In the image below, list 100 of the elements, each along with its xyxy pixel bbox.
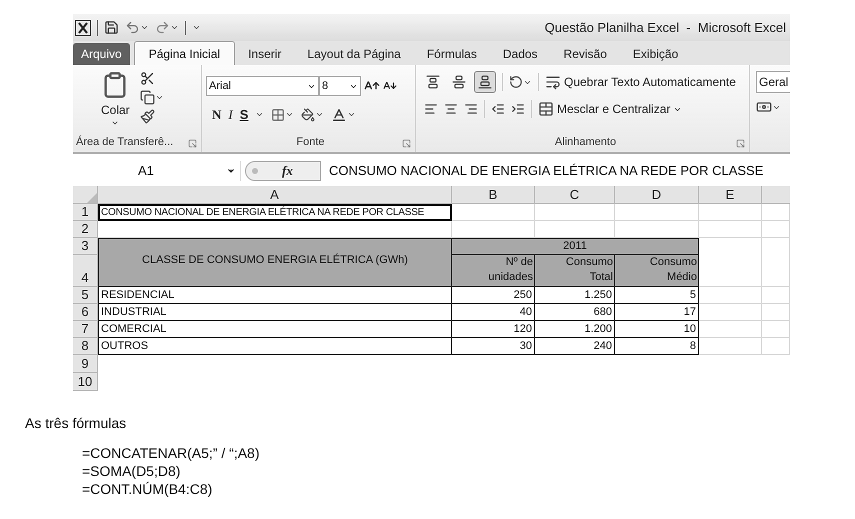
- row-header[interactable]: 8: [73, 338, 98, 355]
- empty-cell[interactable]: [762, 338, 790, 355]
- empty-cell[interactable]: [699, 287, 762, 304]
- merge-center-button[interactable]: Mesclar e Centralizar: [538, 100, 682, 118]
- header-cell: 2011: [452, 238, 699, 255]
- ribbon-tab[interactable]: Arquivo: [73, 43, 130, 65]
- name-box[interactable]: A1: [73, 161, 241, 181]
- align-left-icon[interactable]: [424, 102, 438, 116]
- wrap-text-button[interactable]: Quebrar Texto Automaticamente: [545, 73, 736, 91]
- heading-text: As três fórmulas: [25, 414, 128, 433]
- vertical-align-icon: [478, 75, 492, 89]
- column-header[interactable]: D: [615, 186, 699, 203]
- row-header[interactable]: 5: [73, 287, 98, 304]
- cut-icon[interactable]: [140, 71, 155, 86]
- table-cell: 40: [452, 304, 535, 321]
- header-cell: Consumo Médio: [615, 255, 699, 287]
- vertical-align-button[interactable]: [474, 71, 496, 93]
- empty-cell[interactable]: [762, 304, 790, 321]
- indent-increase-icon[interactable]: [511, 102, 525, 116]
- save-icon[interactable]: [104, 20, 119, 35]
- table-cell: 240: [535, 338, 615, 355]
- merge-cells-icon: [538, 101, 554, 117]
- empty-cell[interactable]: [762, 287, 790, 304]
- table-cell: 680: [535, 304, 615, 321]
- table-cell: 1.250: [535, 287, 615, 304]
- empty-cell[interactable]: [699, 304, 762, 321]
- table-cell: 120: [452, 321, 535, 338]
- table-cell: 30: [452, 338, 535, 355]
- row-header[interactable]: 3: [73, 238, 98, 255]
- header-cell: Consumo Total: [535, 255, 615, 287]
- empty-cell[interactable]: [535, 204, 615, 221]
- empty-cell[interactable]: [699, 221, 762, 238]
- font-color-icon[interactable]: [331, 106, 348, 123]
- dialog-launcher-icon[interactable]: [736, 139, 745, 148]
- paste-button[interactable]: Colar: [101, 69, 130, 134]
- group-label: Fonte: [295, 134, 326, 150]
- caret-icon[interactable]: [140, 23, 149, 32]
- align-center-icon[interactable]: [444, 102, 458, 116]
- align-right-icon[interactable]: [464, 102, 478, 116]
- empty-cell[interactable]: [699, 321, 762, 338]
- formula-text: =CONCATENAR(A5;” / “;A8): [82, 444, 260, 462]
- empty-cell[interactable]: [452, 204, 535, 221]
- empty-cell[interactable]: [762, 204, 790, 221]
- row-header[interactable]: 10: [73, 373, 98, 391]
- ribbon-tab[interactable]: Dados: [490, 43, 551, 65]
- number-format-field[interactable]: Geral: [756, 71, 790, 93]
- header-cell: CLASSE DE CONSUMO ENERGIA ELÉTRICA (GWh): [98, 238, 452, 287]
- insert-function-button[interactable]: fx: [282, 161, 293, 181]
- borders-icon[interactable]: [271, 108, 286, 122]
- column-header[interactable]: A: [98, 186, 452, 203]
- orientation-icon[interactable]: [509, 75, 523, 89]
- row-header[interactable]: 1: [73, 204, 98, 221]
- empty-cell[interactable]: [762, 321, 790, 338]
- empty-cell[interactable]: [699, 238, 762, 287]
- ribbon-tab[interactable]: Exibição: [620, 43, 692, 65]
- undo-icon[interactable]: [125, 20, 140, 35]
- table-cell: OUTROS: [98, 338, 452, 355]
- selected-cell[interactable]: CONSUMO NACIONAL DE ENERGIA ELÉTRICA NA REDE POR CLASSE: [98, 204, 452, 221]
- dialog-launcher-icon[interactable]: [188, 139, 197, 148]
- empty-cell[interactable]: [762, 221, 790, 238]
- formula-field[interactable]: CONSUMO NACIONAL DE ENERGIA ELÉTRICA NA REDE POR CLASSE: [325, 161, 790, 181]
- ribbon-tab[interactable]: Layout da Página: [294, 43, 414, 65]
- ribbon-tab[interactable]: Página Inicial: [134, 41, 236, 65]
- table-cell: COMERCIAL: [98, 321, 452, 338]
- vertical-align-icon: [426, 75, 440, 89]
- ribbon-tab[interactable]: Inserir: [235, 43, 294, 65]
- caret-icon[interactable]: [192, 23, 201, 32]
- caret-icon[interactable]: [170, 23, 179, 32]
- font-name-field[interactable]: Arial: [206, 76, 319, 96]
- font-size-field[interactable]: 8: [319, 76, 361, 96]
- fill-bucket-icon[interactable]: [301, 108, 316, 122]
- row-header[interactable]: 6: [73, 304, 98, 321]
- italic-button[interactable]: I: [228, 105, 233, 124]
- table-cell: 10: [615, 321, 699, 338]
- brush-icon[interactable]: [140, 109, 155, 124]
- table-cell: 8: [615, 338, 699, 355]
- column-header[interactable]: E: [699, 186, 762, 203]
- row-header[interactable]: 4: [73, 255, 98, 287]
- column-header[interactable]: C: [535, 186, 615, 203]
- ribbon-tab[interactable]: Revisão: [550, 43, 620, 65]
- ribbon-tab[interactable]: Fórmulas: [414, 43, 490, 65]
- empty-cell[interactable]: [699, 204, 762, 221]
- empty-cell[interactable]: [615, 204, 699, 221]
- wrap-text-icon: [545, 74, 561, 90]
- row-header[interactable]: 7: [73, 321, 98, 338]
- copy-icon[interactable]: [140, 90, 155, 105]
- row-header[interactable]: 2: [73, 221, 98, 238]
- caret-icon[interactable]: [154, 93, 164, 102]
- indent-decrease-icon[interactable]: [491, 102, 505, 116]
- group-label: Alinhamento: [554, 134, 618, 150]
- column-header[interactable]: B: [452, 186, 535, 203]
- empty-cell[interactable]: [762, 238, 790, 287]
- table-cell: 17: [615, 304, 699, 321]
- row-header[interactable]: 9: [73, 355, 98, 373]
- bold-button[interactable]: N: [212, 105, 222, 124]
- underline-button[interactable]: S: [240, 105, 248, 124]
- table-cell: RESIDENCIAL: [98, 287, 452, 304]
- empty-cell[interactable]: [699, 338, 762, 355]
- spreadsheet-logo-icon[interactable]: [75, 20, 91, 36]
- dialog-launcher-icon[interactable]: [402, 139, 411, 148]
